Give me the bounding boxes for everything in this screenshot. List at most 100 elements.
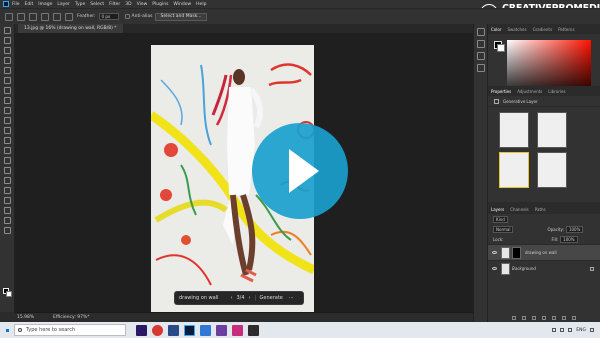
language-indicator[interactable]: ENG xyxy=(576,328,586,333)
premiere-app-icon[interactable] xyxy=(136,324,147,336)
link-layers-icon[interactable] xyxy=(512,316,516,320)
zoom-level[interactable]: 15.98% xyxy=(17,313,34,322)
subtract-selection-icon[interactable] xyxy=(53,12,61,21)
menu-plugins[interactable]: Plugins xyxy=(152,2,168,7)
teams-app-icon[interactable] xyxy=(216,324,227,336)
menu-window[interactable]: Window xyxy=(173,2,191,7)
tab-gradients[interactable]: Gradients xyxy=(533,27,553,32)
tab-channels[interactable]: Channels xyxy=(510,207,529,212)
healing-brush-tool-icon[interactable] xyxy=(3,97,11,104)
path-selection-tool-icon[interactable] xyxy=(3,197,11,204)
layer-kind-filter[interactable]: Kind xyxy=(493,215,508,223)
intersect-selection-icon[interactable] xyxy=(65,12,73,21)
generative-prompt[interactable]: drawing on wall xyxy=(179,295,218,301)
blend-mode-select[interactable]: Normal xyxy=(493,225,514,233)
paragraph-icon[interactable] xyxy=(476,52,485,60)
tab-adjustments[interactable]: Adjustments xyxy=(517,89,542,94)
menu-file[interactable]: File xyxy=(12,2,20,7)
tab-libraries[interactable]: Libraries xyxy=(548,89,565,94)
next-variation-button[interactable]: › xyxy=(249,295,251,301)
recorder-app-icon[interactable] xyxy=(152,324,163,336)
menu-3d[interactable]: 3D xyxy=(125,2,131,7)
add-selection-icon[interactable] xyxy=(41,12,49,21)
panel-background-swatch[interactable] xyxy=(497,44,505,52)
brush-settings-icon[interactable] xyxy=(476,64,485,72)
object-selection-tool-icon[interactable] xyxy=(3,57,11,64)
marquee-tool-icon[interactable] xyxy=(3,37,11,44)
home-icon[interactable] xyxy=(5,12,13,21)
taskbar-app-icon[interactable] xyxy=(168,324,179,336)
tab-color[interactable]: Color xyxy=(491,27,501,32)
eraser-tool-icon[interactable] xyxy=(3,137,11,144)
select-and-mask-button[interactable]: Select and Mask... xyxy=(155,12,207,21)
file-explorer-app-icon[interactable] xyxy=(248,324,259,336)
new-selection-icon[interactable] xyxy=(29,12,37,21)
crop-tool-icon[interactable] xyxy=(3,67,11,74)
tab-patterns[interactable]: Patterns xyxy=(558,27,574,32)
menu-filter[interactable]: Filter xyxy=(109,2,120,7)
background-color-swatch[interactable] xyxy=(6,291,12,297)
blur-tool-icon[interactable] xyxy=(3,157,11,164)
tab-paths[interactable]: Paths xyxy=(535,207,546,212)
tab-properties[interactable]: Properties xyxy=(491,89,511,94)
play-button[interactable] xyxy=(252,123,348,219)
visibility-eye-icon[interactable] xyxy=(492,267,497,270)
menu-layer[interactable]: Layer xyxy=(57,2,70,7)
chrome-app-icon[interactable] xyxy=(200,324,211,336)
type-tool-icon[interactable] xyxy=(3,187,11,194)
tab-swatches[interactable]: Swatches xyxy=(507,27,526,32)
variation-thumbnail-selected[interactable] xyxy=(499,152,529,188)
network-icon[interactable] xyxy=(560,328,565,332)
feather-input[interactable]: 0 px xyxy=(98,13,119,20)
visibility-eye-icon[interactable] xyxy=(492,251,497,254)
dodge-tool-icon[interactable] xyxy=(3,167,11,174)
fill-input[interactable]: 100% xyxy=(560,235,578,243)
taskbar-search-box[interactable]: Type here to search xyxy=(14,324,126,336)
menu-type[interactable]: Type xyxy=(75,2,85,7)
new-layer-icon[interactable] xyxy=(562,316,566,320)
start-button[interactable] xyxy=(0,322,14,338)
layer-row[interactable]: Background xyxy=(488,260,600,276)
character-icon[interactable] xyxy=(476,40,485,48)
document-tab[interactable]: 13.jpg @ 16% (drawing on wall, RGB/8) * xyxy=(18,24,123,33)
chevron-up-icon[interactable] xyxy=(552,328,557,332)
clone-stamp-tool-icon[interactable] xyxy=(3,117,11,124)
variation-thumbnail[interactable] xyxy=(537,112,567,148)
layer-style-icon[interactable] xyxy=(522,316,526,320)
efficiency-readout[interactable]: Efficiency: 97%* xyxy=(53,313,90,322)
variation-thumbnail[interactable] xyxy=(499,112,529,148)
adjustment-layer-icon[interactable] xyxy=(542,316,546,320)
menu-image[interactable]: Image xyxy=(38,2,52,7)
menu-select[interactable]: Select xyxy=(90,2,104,7)
group-icon[interactable] xyxy=(552,316,556,320)
lasso-tool-icon[interactable] xyxy=(17,12,25,21)
rectangle-tool-icon[interactable] xyxy=(3,207,11,214)
menu-edit[interactable]: Edit xyxy=(25,2,34,7)
previous-variation-button[interactable]: ‹ xyxy=(230,295,232,301)
layer-row[interactable]: drawing on wall xyxy=(488,244,600,260)
generate-button[interactable]: Generate xyxy=(254,295,283,301)
gradient-tool-icon[interactable] xyxy=(3,147,11,154)
brush-tool-icon[interactable] xyxy=(3,107,11,114)
menu-view[interactable]: View xyxy=(137,2,148,7)
photoshop-app-icon[interactable] xyxy=(184,324,195,336)
zoom-tool-icon[interactable] xyxy=(3,227,11,234)
menu-help[interactable]: Help xyxy=(196,2,206,7)
instagram-app-icon[interactable] xyxy=(232,324,243,336)
move-tool-icon[interactable] xyxy=(3,27,11,34)
opacity-input[interactable]: 100% xyxy=(565,225,584,233)
lock-icon[interactable] xyxy=(590,266,594,271)
more-options-button[interactable]: ··· xyxy=(289,295,294,301)
notifications-icon[interactable] xyxy=(590,328,594,332)
volume-icon[interactable] xyxy=(568,328,573,332)
pen-tool-icon[interactable] xyxy=(3,177,11,184)
history-brush-tool-icon[interactable] xyxy=(3,127,11,134)
layer-mask-thumbnail[interactable] xyxy=(512,246,521,259)
variation-thumbnail[interactable] xyxy=(537,152,567,188)
antialias-checkbox[interactable] xyxy=(124,14,130,19)
tab-layers[interactable]: Layers xyxy=(491,207,504,212)
history-icon[interactable] xyxy=(476,28,485,36)
trash-icon[interactable] xyxy=(572,316,576,320)
add-mask-icon[interactable] xyxy=(532,316,536,320)
eyedropper-tool-icon[interactable] xyxy=(3,87,11,94)
